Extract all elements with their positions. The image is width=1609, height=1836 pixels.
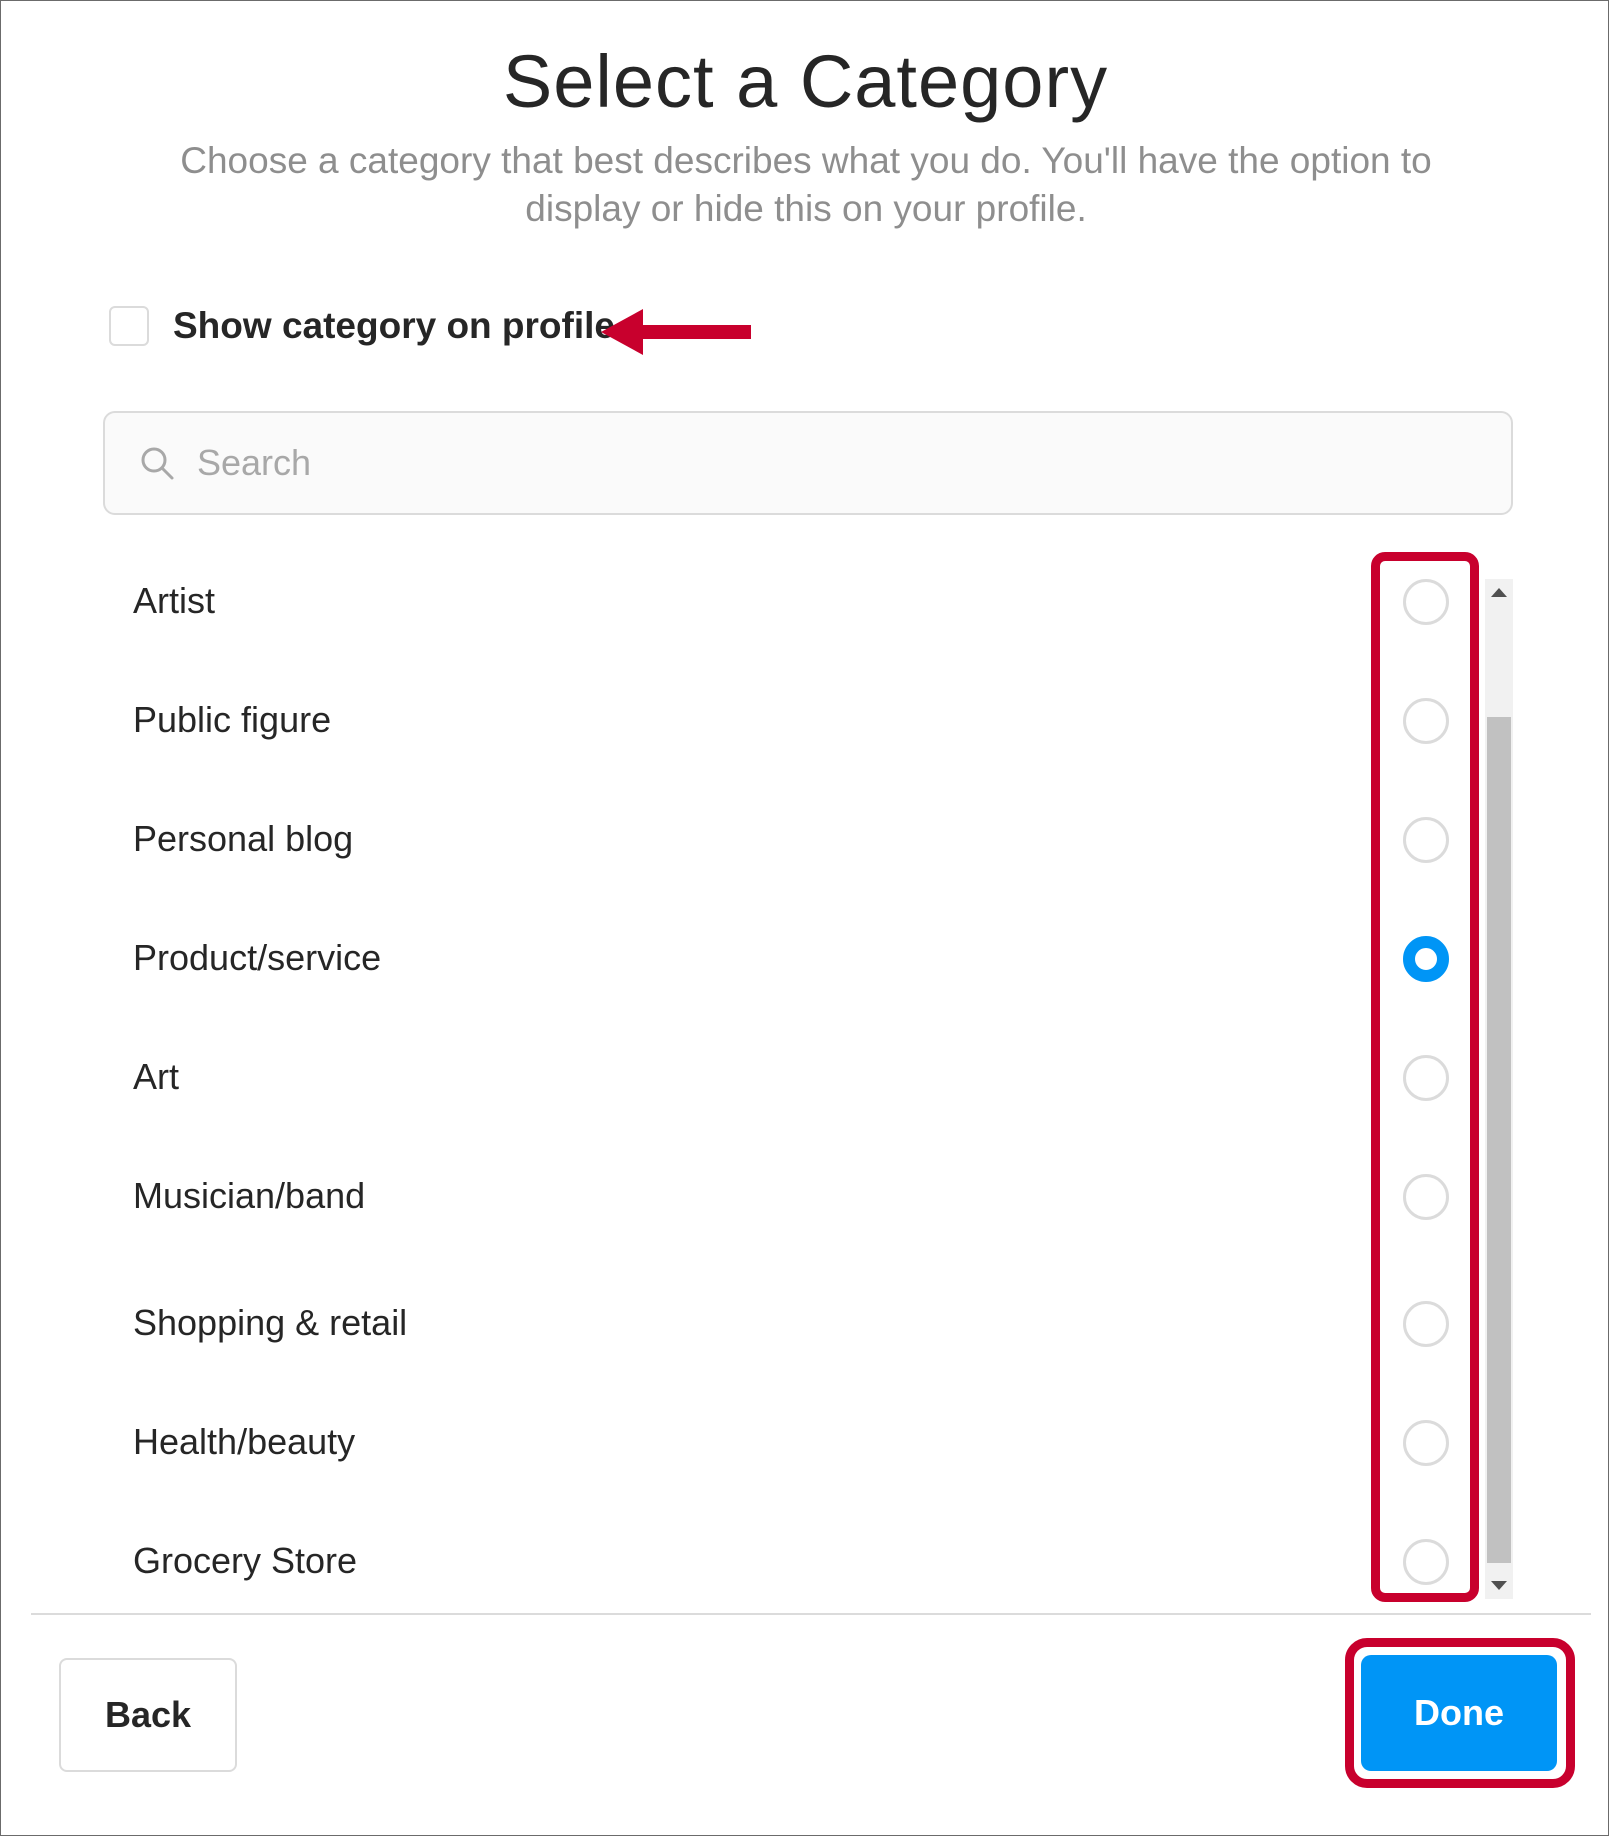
category-label: Musician/band [133,1175,366,1216]
show-category-row[interactable]: Show category on profile [109,301,615,351]
category-item[interactable]: Art [1,1037,1609,1137]
category-item[interactable]: Shopping & retail [1,1283,1609,1383]
category-label: Public figure [133,699,332,740]
category-item[interactable]: Product/service [1,918,1609,1018]
category-radio[interactable] [1403,698,1449,744]
category-radio[interactable] [1403,579,1449,625]
done-button[interactable]: Done [1361,1655,1557,1771]
search-input[interactable] [197,442,1397,484]
category-list: Artist Public figure Personal blog Produ… [1,561,1609,1597]
scroll-up-icon[interactable] [1485,579,1513,605]
category-item[interactable]: Grocery Store [1,1521,1609,1597]
category-radio[interactable] [1403,817,1449,863]
category-item[interactable]: Health/beauty [1,1402,1609,1502]
category-radio[interactable] [1403,1174,1449,1220]
category-label: Grocery Store [133,1540,358,1581]
search-box[interactable] [103,411,1513,515]
category-label: Personal blog [133,818,354,859]
scroll-down-icon[interactable] [1485,1573,1513,1599]
category-radio[interactable] [1403,1539,1449,1585]
category-radio[interactable] [1403,1055,1449,1101]
back-button[interactable]: Back [59,1658,237,1772]
category-radio[interactable] [1403,1301,1449,1347]
show-category-label: Show category on profile [173,305,615,346]
search-icon [141,447,174,480]
category-label: Shopping & retail [133,1302,408,1343]
category-label: Artist [133,580,216,621]
category-label: Health/beauty [133,1421,356,1462]
category-item[interactable]: Musician/band [1,1156,1609,1256]
dialog-frame: Select a Category Choose a category that… [0,0,1609,1836]
category-item[interactable]: Public figure [1,680,1609,780]
show-category-checkbox[interactable] [109,306,149,346]
arrow-left-icon [601,309,751,355]
category-radio[interactable] [1403,1420,1449,1466]
category-label: Art [133,1056,180,1097]
scroll-thumb[interactable] [1487,717,1511,1563]
category-label: Product/service [133,937,382,978]
category-item[interactable]: Personal blog [1,799,1609,899]
footer-divider [31,1613,1591,1615]
dialog-title: Select a Category [502,40,1109,123]
category-radio[interactable] [1403,936,1449,982]
category-item[interactable]: Artist [1,561,1609,661]
list-scrollbar[interactable] [1485,579,1513,1599]
dialog-subtitle: Choose a category that best describes wh… [180,140,1432,229]
